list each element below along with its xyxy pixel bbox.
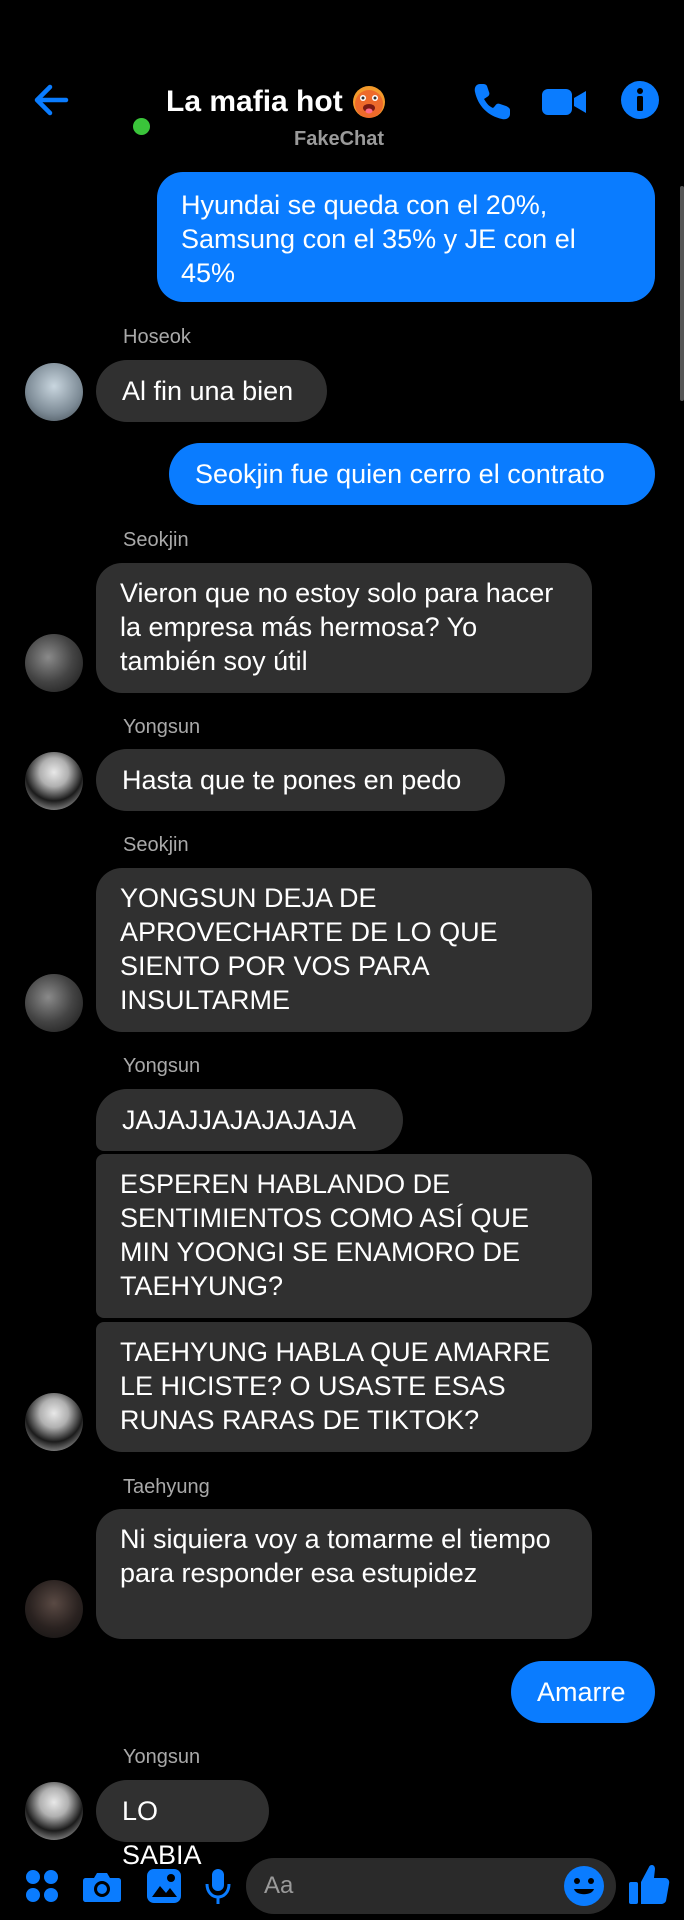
avatar-hoseok[interactable] <box>25 363 83 421</box>
emoji-icon[interactable] <box>563 1865 605 1907</box>
avatar-yongsun[interactable] <box>25 1782 83 1840</box>
camera-icon[interactable] <box>82 1868 122 1904</box>
incoming-message[interactable]: YONGSUN DEJA DE APROVECHARTE DE LO QUE S… <box>96 868 592 1032</box>
outgoing-message[interactable]: Hyundai se queda con el 20%, Samsung con… <box>157 172 655 302</box>
chat-header: La mafia hot FakeChat <box>0 0 684 170</box>
video-call-icon[interactable] <box>540 80 588 124</box>
chat-title-row[interactable]: La mafia hot <box>166 84 387 120</box>
info-icon[interactable] <box>620 80 660 120</box>
online-status-dot <box>133 118 150 135</box>
incoming-message[interactable]: TAEHYUNG HABLA QUE AMARRE LE HICISTE? O … <box>96 1322 592 1452</box>
sender-name: Yongsun <box>123 716 201 738</box>
chat-subtitle: FakeChat <box>294 128 385 150</box>
avatar-seokjin[interactable] <box>25 634 83 692</box>
sender-name: Hoseok <box>123 326 191 348</box>
outgoing-message[interactable]: Seokjin fue quien cerro el contrato <box>169 443 655 505</box>
microphone-icon[interactable] <box>204 1868 232 1906</box>
incoming-message[interactable]: LO SABIA <box>96 1780 269 1870</box>
avatar-taehyung[interactable] <box>25 1580 83 1638</box>
avatar-seokjin[interactable] <box>25 974 83 1032</box>
outgoing-message[interactable]: Amarre <box>511 1661 655 1723</box>
sender-name: Taehyung <box>123 1476 210 1498</box>
more-apps-icon[interactable] <box>24 1868 60 1904</box>
incoming-message[interactable]: Ni siquiera voy a tomarme el tiempo para… <box>96 1509 592 1639</box>
sender-name: Yongsun <box>123 1055 201 1077</box>
sender-name: Yongsun <box>123 1746 201 1768</box>
sender-name: Seokjin <box>123 834 189 856</box>
sender-name: Seokjin <box>123 529 189 551</box>
incoming-message[interactable]: Vieron que no estoy solo para hacer la e… <box>96 563 592 693</box>
thumbs-up-icon[interactable] <box>628 1862 670 1906</box>
gallery-icon[interactable] <box>146 1868 182 1904</box>
incoming-message[interactable]: Hasta que te pones en pedo <box>96 749 505 811</box>
incoming-message[interactable]: JAJAJJAJAJAJAJA <box>96 1089 403 1151</box>
message-input[interactable]: Aa <box>246 1858 616 1914</box>
back-arrow-icon[interactable] <box>30 78 74 122</box>
chat-title: La mafia hot <box>166 85 343 118</box>
avatar-yongsun[interactable] <box>25 752 83 810</box>
scrollbar-thumb[interactable] <box>680 186 684 401</box>
hot-face-emoji-icon <box>352 86 385 118</box>
phone-call-icon[interactable] <box>470 80 514 124</box>
incoming-message[interactable]: Al fin una bien <box>96 360 327 422</box>
incoming-message[interactable]: ESPEREN HABLANDO DE SENTIMIENTOS COMO AS… <box>96 1154 592 1318</box>
avatar-yongsun[interactable] <box>25 1393 83 1451</box>
